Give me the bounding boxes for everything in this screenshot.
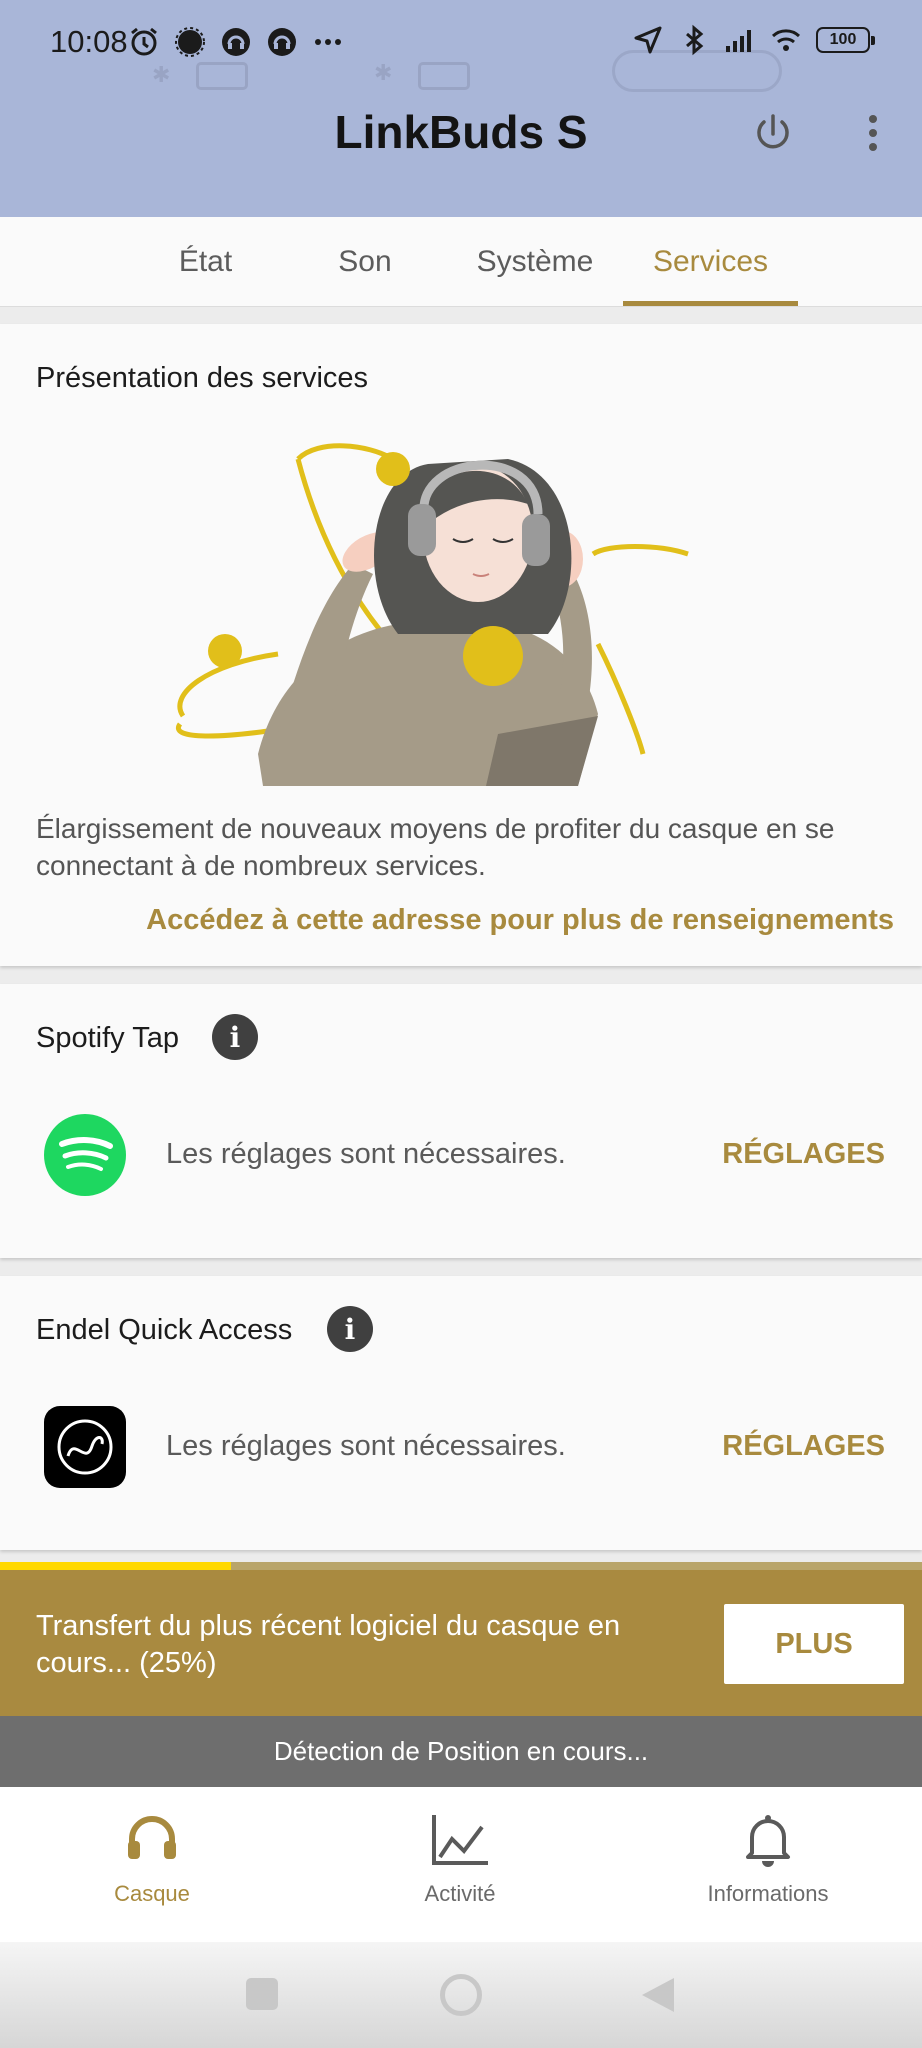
nav-activite-label: Activité bbox=[424, 1881, 496, 1906]
endel-title: Endel Quick Access bbox=[36, 1314, 293, 1346]
endel-logo-icon bbox=[44, 1406, 126, 1488]
back-button[interactable] bbox=[640, 1976, 676, 2014]
plus-button[interactable]: PLUS bbox=[724, 1604, 904, 1684]
tab-services[interactable]: Services bbox=[623, 217, 798, 307]
power-icon[interactable] bbox=[748, 108, 798, 158]
nav-informations[interactable]: Informations bbox=[668, 1787, 868, 1942]
endel-settings-button[interactable]: RÉGLAGES bbox=[722, 1430, 885, 1463]
ghost-battery-icon-2 bbox=[418, 62, 470, 90]
tab-son[interactable]: Son bbox=[300, 217, 430, 307]
ghost-pill bbox=[612, 50, 782, 92]
active-tab-indicator bbox=[623, 301, 798, 306]
bottom-navigation: Casque Activité Informations bbox=[0, 1787, 922, 1942]
endel-info-icon[interactable]: i bbox=[327, 1306, 373, 1352]
system-navigation-bar bbox=[0, 1942, 922, 2048]
spotify-tap-card: Spotify Tap i Les réglages sont nécessai… bbox=[0, 984, 922, 1258]
spotify-logo-icon bbox=[44, 1114, 126, 1196]
nav-activite[interactable]: Activité bbox=[360, 1787, 560, 1942]
headset-app-icon bbox=[222, 28, 250, 56]
more-notifications-icon bbox=[315, 39, 341, 45]
tab-bar: État Son Système Services bbox=[0, 217, 922, 307]
more-options-icon[interactable] bbox=[858, 108, 888, 158]
activity-chart-icon bbox=[432, 1815, 488, 1865]
spotify-settings-button[interactable]: RÉGLAGES bbox=[722, 1138, 885, 1171]
firmware-update-banner: Transfert du plus récent logiciel du cas… bbox=[0, 1570, 922, 1716]
battery-icon: 100 bbox=[816, 27, 875, 53]
ghost-battery-icon bbox=[196, 62, 248, 90]
nav-casque[interactable]: Casque bbox=[52, 1787, 252, 1942]
update-text: Transfert du plus récent logiciel du cas… bbox=[36, 1610, 621, 1679]
signal-app-icon bbox=[175, 27, 205, 57]
tab-etat[interactable]: État bbox=[138, 217, 273, 307]
endel-status-text: Les réglages sont nécessaires. bbox=[166, 1430, 566, 1462]
spotify-tap-title: Spotify Tap bbox=[36, 1022, 179, 1054]
position-detection-bar: Détection de Position en cours... bbox=[0, 1716, 922, 1787]
overview-description: Élargissement de nouveaux moyens de prof… bbox=[36, 813, 835, 881]
notification-icons bbox=[128, 26, 344, 58]
overview-title: Présentation des services bbox=[36, 362, 369, 394]
nav-casque-label: Casque bbox=[114, 1881, 190, 1906]
wifi-icon bbox=[771, 29, 801, 51]
tab-systeme[interactable]: Système bbox=[455, 217, 615, 307]
endel-quick-access-card: Endel Quick Access i Les réglages sont n… bbox=[0, 1276, 922, 1550]
ghost-bluetooth-icon-2: ✱ bbox=[374, 60, 393, 85]
update-progress-fill bbox=[0, 1562, 231, 1570]
woman-with-headphones-illustration bbox=[175, 443, 689, 786]
spotify-info-icon[interactable]: i bbox=[212, 1014, 258, 1060]
ghost-bluetooth-icon: ✱ bbox=[152, 62, 171, 87]
alarm-icon bbox=[131, 27, 157, 56]
services-overview-card: Présentation des services Élargissement … bbox=[0, 324, 922, 966]
bell-icon bbox=[746, 1815, 790, 1867]
status-time: 10:08 bbox=[50, 24, 128, 59]
more-info-link[interactable]: Accédez à cette adresse pour plus de ren… bbox=[146, 904, 894, 937]
headphones-icon bbox=[128, 1816, 176, 1859]
headset-app-icon-2 bbox=[268, 28, 296, 56]
home-button[interactable] bbox=[440, 1974, 482, 2016]
app-header: 10:08 100 ✱ ✱ LinkBuds S bbox=[0, 0, 922, 217]
nav-informations-label: Informations bbox=[707, 1881, 829, 1906]
recent-apps-button[interactable] bbox=[246, 1978, 278, 2010]
update-progress-bar bbox=[0, 1562, 922, 1570]
spotify-status-text: Les réglages sont nécessaires. bbox=[166, 1138, 566, 1170]
